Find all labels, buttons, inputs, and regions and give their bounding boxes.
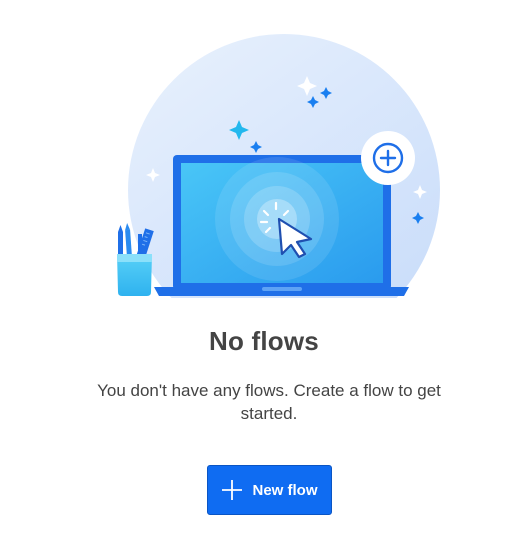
new-flow-label: New flow [252,481,318,499]
click-ripple [215,157,339,281]
empty-state-illustration [117,34,440,298]
plus-icon [222,480,243,500]
add-circle-icon [361,131,415,185]
new-flow-button[interactable]: New flow [207,465,332,515]
empty-state-title: No flows [209,326,319,356]
empty-state-description: You don't have any flows. Create a flow … [97,381,441,423]
empty-state-panel: No flows You don't have any flows. Creat… [0,0,528,541]
